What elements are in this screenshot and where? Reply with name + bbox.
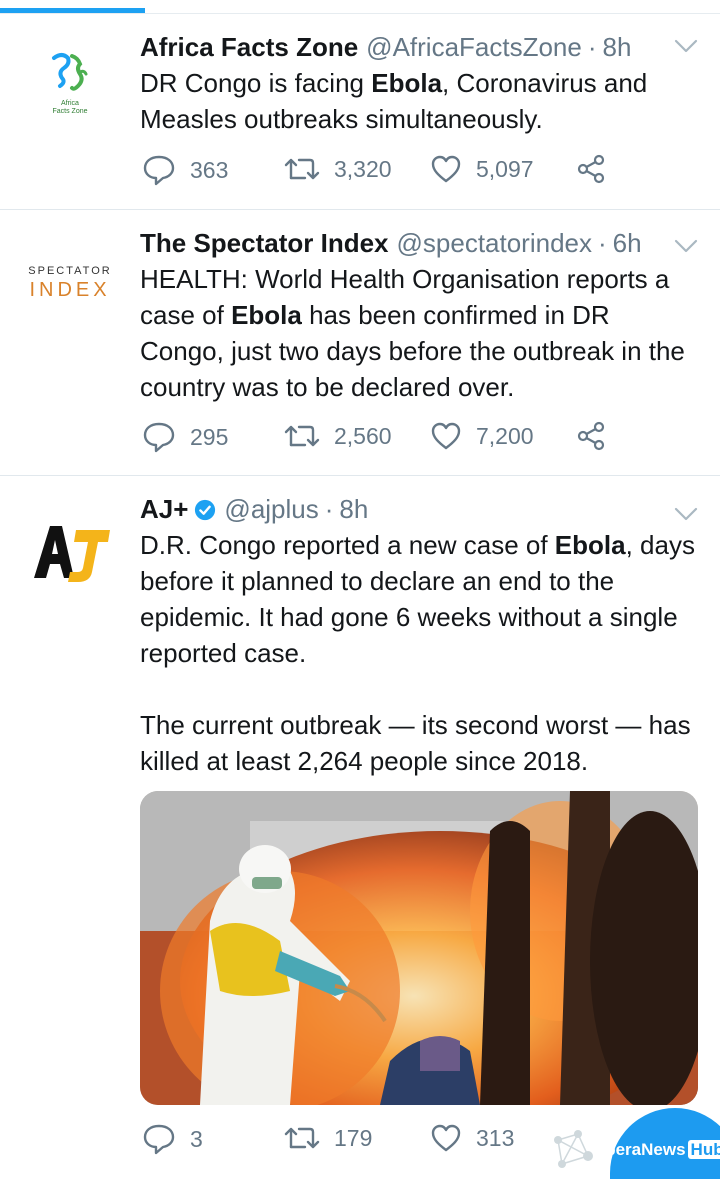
operanews-hub-watermark: OperaNews Hub (548, 1108, 720, 1179)
share-icon (577, 421, 605, 451)
share-button[interactable] (576, 154, 606, 184)
avatar[interactable]: SPECTATOR INDEX (18, 230, 122, 334)
network-nodes-icon (554, 1130, 593, 1168)
like-icon (431, 1124, 461, 1152)
tweet-header: Africa Facts Zone @AfricaFactsZone · 8h (140, 30, 700, 64)
retweet-icon (284, 158, 320, 180)
logo-line2: INDEX (29, 279, 110, 301)
tweet-text: HEALTH: World Health Organisation report… (140, 261, 700, 405)
reply-icon (143, 422, 175, 453)
timestamp[interactable]: 8h (339, 492, 368, 526)
tweet-1[interactable]: Africa Facts Zone Africa Facts Zone @Afr… (0, 14, 720, 210)
separator-dot: · (587, 32, 597, 62)
watermark-brand: OperaNews (592, 1140, 686, 1159)
verified-badge-icon (195, 499, 216, 521)
handle[interactable]: @AfricaFactsZone (366, 30, 582, 64)
avatar[interactable] (18, 496, 122, 600)
tweet-text-paragraph-2: The current outbreak — its second worst … (140, 710, 691, 776)
watermark-hub: Hub (687, 1140, 720, 1159)
like-count: 5,097 (476, 155, 534, 182)
retweet-button[interactable]: 2,560 (284, 421, 392, 451)
tweet-2[interactable]: SPECTATOR INDEX The Spectator Index @spe… (0, 210, 720, 476)
reply-icon (143, 1124, 175, 1155)
logo-line2: Facts Zone (52, 108, 87, 115)
spectator-index-logo-icon: SPECTATOR INDEX (18, 230, 122, 334)
handle[interactable]: @ajplus (224, 492, 318, 526)
like-icon (431, 155, 461, 183)
text-bold: Ebola (371, 68, 443, 98)
display-name[interactable]: AJ+ (140, 492, 188, 526)
timestamp[interactable]: 6h (613, 226, 642, 260)
separator-dot: · (598, 228, 607, 258)
reply-button[interactable]: 295 (142, 421, 228, 453)
like-button[interactable]: 5,097 (430, 154, 534, 184)
caret-down-icon[interactable] (672, 36, 700, 56)
text-bold: Ebola (554, 530, 626, 560)
reply-button[interactable]: 363 (142, 154, 228, 186)
like-button[interactable]: 313 (430, 1123, 514, 1153)
text-part: D.R. Congo reported a new case of (140, 530, 555, 560)
ebola-burning-photo-icon (140, 791, 698, 1105)
reply-count: 3 (190, 1125, 203, 1152)
like-count: 313 (476, 1124, 515, 1151)
tweet-text: DR Congo is facing Ebola, Coronavirus an… (140, 65, 700, 137)
handle[interactable]: @spectatorindex (397, 226, 593, 260)
watermark-text: OperaNews Hub (592, 1140, 720, 1160)
reply-count: 295 (190, 423, 229, 450)
retweet-count: 3,320 (334, 155, 392, 182)
text-bold: Ebola (231, 300, 302, 330)
africa-facts-zone-logo-icon: Africa Facts Zone (18, 28, 122, 132)
display-name[interactable]: The Spectator Index (140, 226, 389, 260)
tweet-actions: 295 2,560 7,200 (140, 421, 640, 461)
tweet-header: AJ+ @ajplus · 8h (140, 492, 700, 526)
reply-button[interactable]: 3 (142, 1123, 203, 1155)
like-count: 7,200 (476, 422, 534, 449)
share-icon (577, 154, 605, 184)
text-part: DR Congo is facing (140, 68, 372, 98)
reply-icon (143, 155, 175, 186)
retweet-icon (284, 1127, 320, 1149)
retweet-icon (284, 425, 320, 447)
avatar[interactable]: Africa Facts Zone (18, 28, 122, 132)
retweet-button[interactable]: 179 (284, 1123, 372, 1153)
logo-line1: SPECTATOR (28, 265, 111, 277)
caret-down-icon[interactable] (672, 504, 700, 524)
retweet-count: 2,560 (334, 422, 392, 449)
share-button[interactable] (576, 421, 606, 451)
like-button[interactable]: 7,200 (430, 421, 534, 451)
reply-count: 363 (190, 156, 229, 183)
tweet-actions: 363 3,320 5,097 (140, 154, 640, 194)
tweet-header: The Spectator Index @spectatorindex · 6h (140, 226, 700, 260)
tweet-text: D.R. Congo reported a new case of Ebola,… (140, 527, 700, 671)
display-name[interactable]: Africa Facts Zone (140, 30, 358, 64)
timestamp[interactable]: 8h (603, 30, 632, 64)
ajplus-logo-icon (18, 496, 122, 600)
caret-down-icon[interactable] (672, 236, 700, 256)
tweet-3[interactable]: AJ+ @ajplus · 8h D.R. Congo reported a n… (0, 476, 720, 1179)
retweet-count: 179 (334, 1124, 373, 1151)
like-icon (431, 422, 461, 450)
retweet-button[interactable]: 3,320 (284, 154, 392, 184)
logo-line1: Africa (61, 100, 79, 107)
separator-dot: · (324, 494, 334, 524)
tweet-media-photo[interactable] (140, 791, 698, 1105)
